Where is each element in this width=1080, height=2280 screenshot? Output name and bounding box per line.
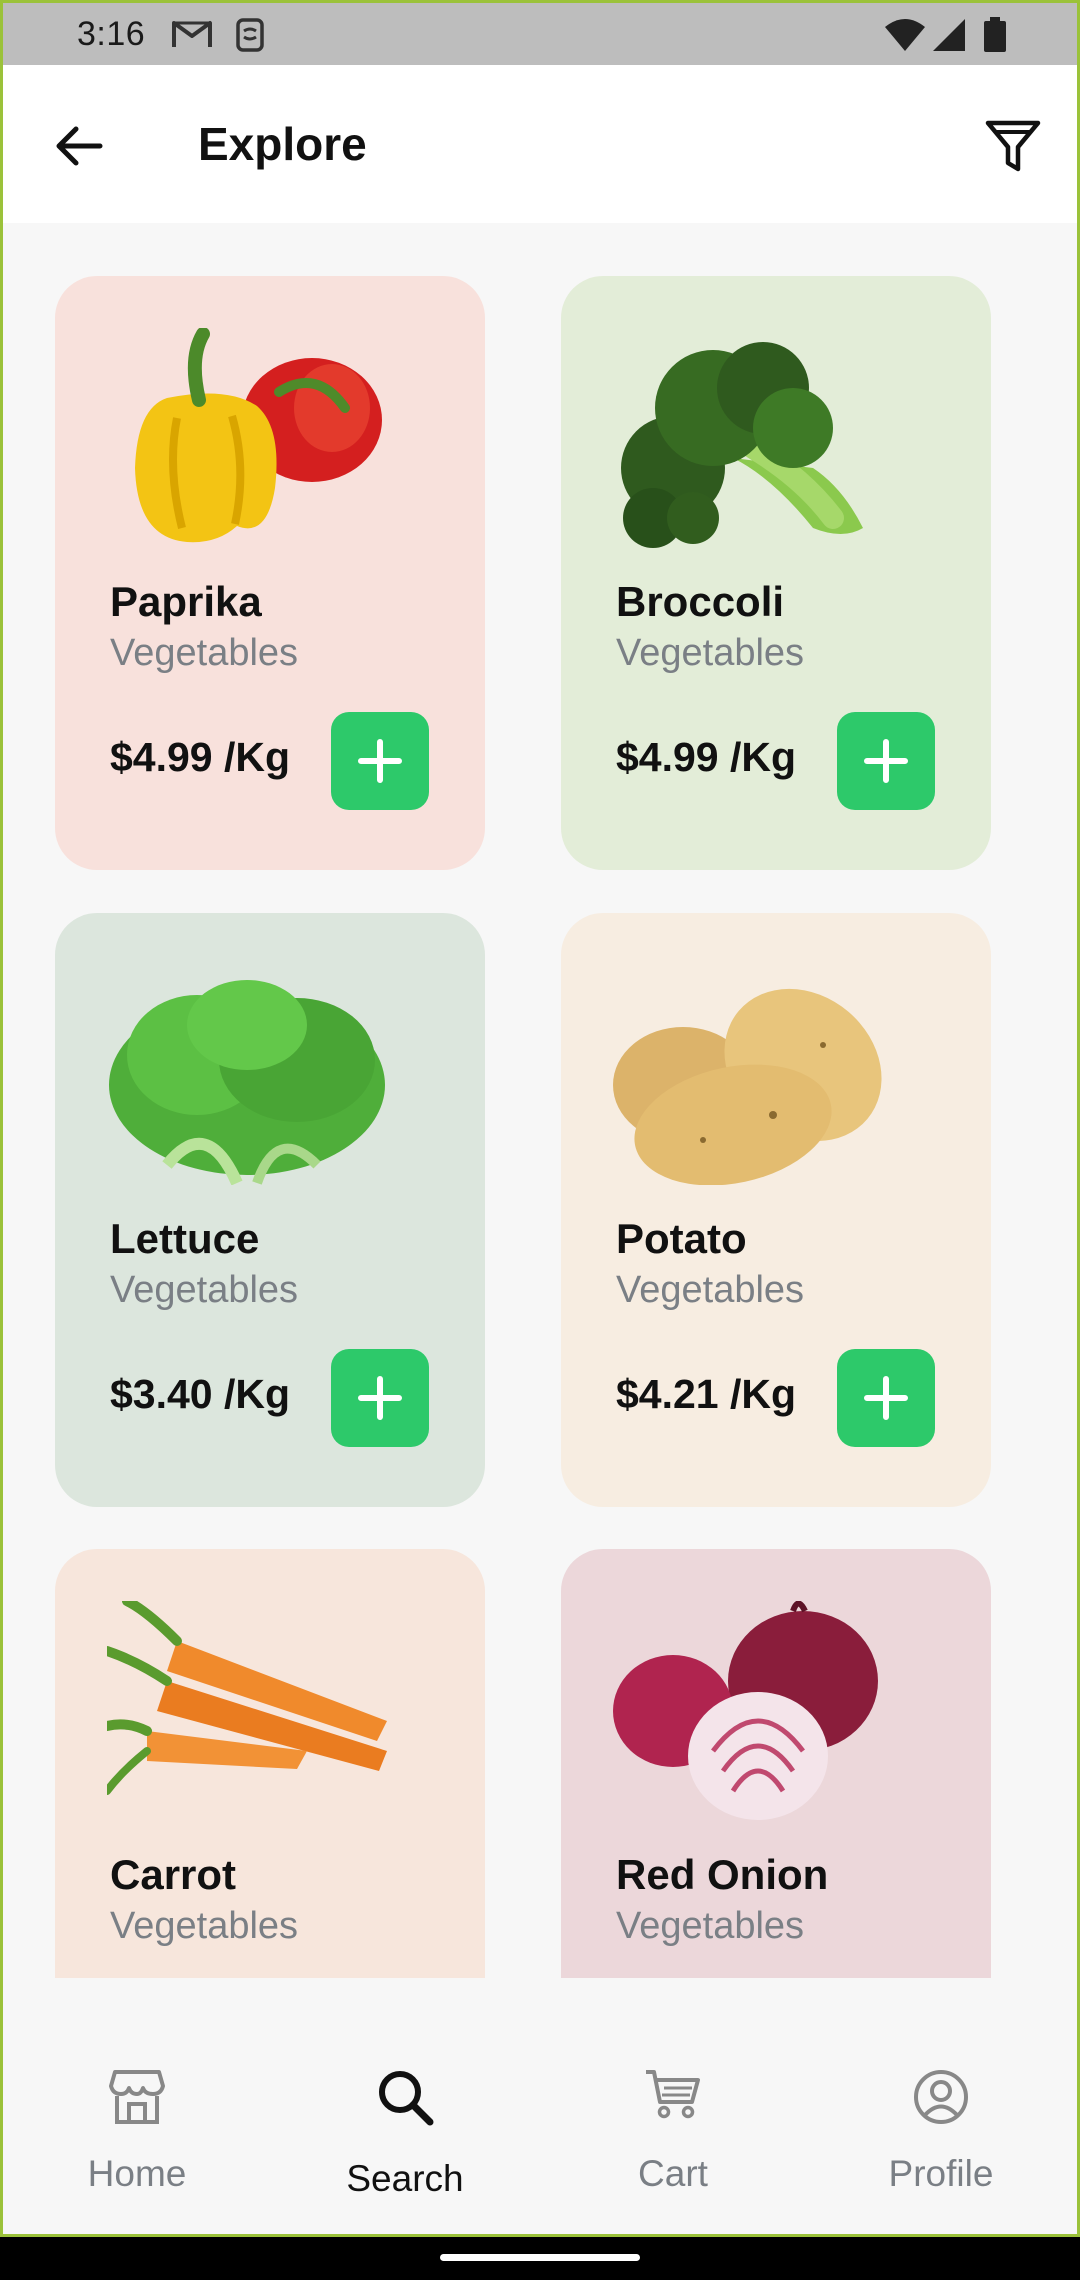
home-indicator[interactable]	[440, 2254, 640, 2261]
search-icon	[379, 2071, 434, 2126]
device-frame: 3:16 Explore Paprika Vegetables $4.99 /K…	[0, 0, 1080, 2280]
plus-icon	[358, 739, 402, 783]
product-category: Vegetables	[616, 632, 805, 674]
potato-image	[613, 988, 882, 1185]
product-name: Red Onion	[616, 1851, 829, 1898]
nav-item-search[interactable]: Search	[271, 1978, 539, 2234]
add-to-cart-button[interactable]	[837, 1349, 935, 1447]
profile-icon	[914, 2070, 968, 2124]
product-price: $4.99 /Kg	[616, 734, 797, 780]
add-to-cart-button[interactable]	[331, 1349, 429, 1447]
product-grid: Paprika Vegetables $4.99 /Kg Broccoli Ve…	[3, 223, 1077, 1978]
battery-icon	[984, 17, 1006, 52]
carrot-image	[107, 1601, 387, 1795]
product-price: $4.99 /Kg	[110, 734, 291, 780]
nav-label: Home	[87, 2153, 187, 2194]
wifi-icon	[885, 19, 925, 51]
gmail-icon	[172, 21, 212, 47]
product-name: Lettuce	[110, 1215, 260, 1262]
store-icon	[109, 2070, 165, 2124]
add-to-cart-button[interactable]	[837, 712, 935, 810]
product-category: Vegetables	[110, 1905, 299, 1947]
broccoli-image	[621, 342, 863, 548]
product-category: Vegetables	[616, 1905, 805, 1947]
arrow-left-icon	[56, 126, 103, 166]
page-title: Explore	[198, 118, 367, 170]
status-time: 3:16	[77, 15, 146, 53]
product-card-paprika[interactable]: Paprika Vegetables $4.99 /Kg	[55, 276, 485, 870]
plus-icon	[358, 1376, 402, 1420]
product-category: Vegetables	[616, 1269, 805, 1311]
nav-item-home[interactable]: Home	[3, 1978, 271, 2234]
product-card-potato[interactable]: Potato Vegetables $4.21 /Kg	[561, 913, 991, 1507]
plus-icon	[864, 739, 908, 783]
product-card-broccoli[interactable]: Broccoli Vegetables $4.99 /Kg	[561, 276, 991, 870]
product-category: Vegetables	[110, 1269, 299, 1311]
add-to-cart-button[interactable]	[331, 712, 429, 810]
lettuce-image	[109, 980, 385, 1185]
nav-label: Profile	[888, 2153, 994, 2194]
status-bar: 3:16	[3, 3, 1077, 65]
product-category: Vegetables	[110, 632, 299, 674]
sim-icon	[236, 18, 264, 52]
app-bar: Explore	[3, 65, 1077, 223]
signal-icon	[933, 19, 965, 51]
product-card-red-onion[interactable]: Red Onion Vegetables	[561, 1549, 991, 1978]
product-name: Paprika	[110, 578, 262, 625]
app-screen: 3:16 Explore Paprika Vegetables $4.99 /K…	[0, 0, 1080, 2237]
nav-item-profile[interactable]: Profile	[807, 1978, 1075, 2234]
cart-icon	[646, 2070, 700, 2119]
red-onion-image	[613, 1601, 878, 1820]
paprika-image	[135, 328, 382, 543]
back-button[interactable]	[43, 110, 115, 182]
filter-icon	[985, 120, 1041, 172]
nav-label: Search	[346, 2158, 464, 2199]
nav-label: Cart	[638, 2153, 708, 2194]
product-price: $4.21 /Kg	[616, 1371, 797, 1417]
product-card-lettuce[interactable]: Lettuce Vegetables $3.40 /Kg	[55, 913, 485, 1507]
plus-icon	[864, 1376, 908, 1420]
nav-item-cart[interactable]: Cart	[539, 1978, 807, 2234]
product-name: Carrot	[110, 1851, 237, 1898]
product-name: Potato	[616, 1215, 747, 1262]
product-card-carrot[interactable]: Carrot Vegetables	[55, 1549, 485, 1978]
product-price: $3.40 /Kg	[110, 1371, 291, 1417]
product-name: Broccoli	[616, 578, 785, 625]
bottom-nav: Home Search Cart Profile	[3, 1978, 1077, 2234]
filter-button[interactable]	[977, 110, 1049, 182]
